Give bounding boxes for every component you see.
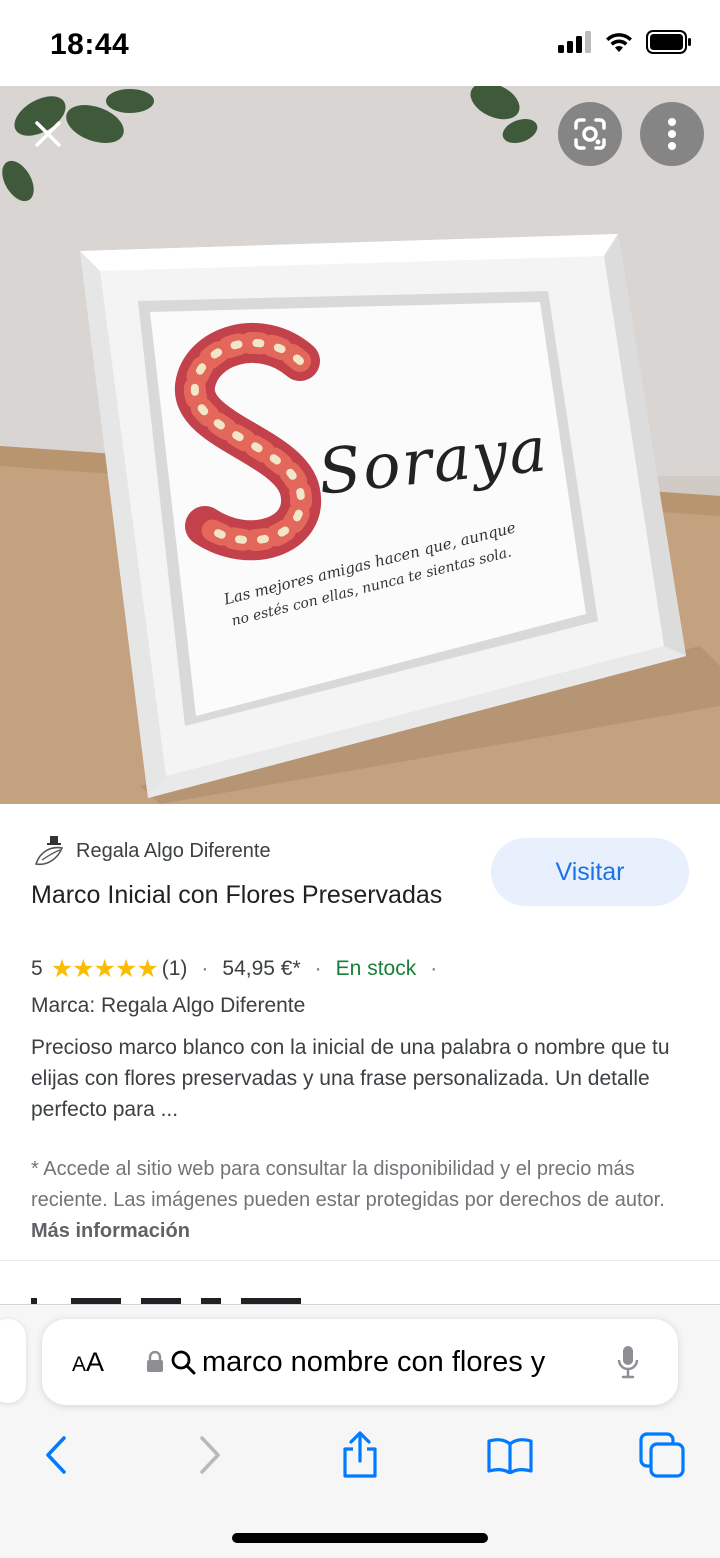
url-text: marco nombre con flores y bbox=[202, 1345, 546, 1378]
disclaimer-text: * Accede al sitio web para consultar la … bbox=[31, 1158, 665, 1211]
aa-big: A bbox=[86, 1346, 105, 1377]
share-icon bbox=[343, 1431, 377, 1478]
clipped-text-fragment bbox=[31, 1298, 301, 1304]
search-icon bbox=[171, 1350, 196, 1375]
source-row[interactable]: Regala Algo Diferente bbox=[32, 834, 271, 868]
more-vert-icon bbox=[668, 118, 676, 150]
review-count: (1) bbox=[161, 957, 188, 980]
separator-dot: · bbox=[314, 957, 322, 980]
safari-bottom-bar: AA marco nombre con flores y bbox=[0, 1304, 720, 1558]
cellular-signal-icon bbox=[558, 31, 591, 53]
tabs-button[interactable] bbox=[632, 1425, 692, 1485]
close-icon bbox=[35, 121, 61, 147]
battery-icon bbox=[646, 30, 691, 54]
address-bar[interactable]: AA marco nombre con flores y bbox=[42, 1319, 678, 1405]
result-info-panel: Regala Algo Diferente Visitar Marco Inic… bbox=[0, 804, 720, 1304]
status-time: 18:44 bbox=[50, 28, 130, 61]
previous-tab-preview[interactable] bbox=[0, 1319, 26, 1403]
share-button[interactable] bbox=[330, 1425, 390, 1485]
rating-row: 5 ★★★★★ (1) · 54,95 €* · En stock · bbox=[31, 954, 451, 984]
google-lens-button[interactable] bbox=[558, 102, 622, 166]
next-section-heading-clipped bbox=[31, 1288, 331, 1304]
bookmarks-button[interactable] bbox=[480, 1425, 540, 1485]
price: 54,95 €* bbox=[222, 957, 301, 980]
aa-small: A bbox=[72, 1352, 87, 1376]
forward-button[interactable] bbox=[180, 1425, 240, 1485]
disclaimer: * Accede al sitio web para consultar la … bbox=[31, 1154, 691, 1247]
site-logo-icon bbox=[34, 836, 64, 866]
more-options-button[interactable] bbox=[640, 102, 704, 166]
product-description: Precioso marco blanco con la inicial de … bbox=[31, 1036, 670, 1121]
product-image[interactable]: Soraya Las mejores amigas hacen que, aun… bbox=[0, 86, 720, 804]
more-info-link[interactable]: Más información bbox=[31, 1220, 190, 1242]
separator-dot: · bbox=[430, 957, 438, 980]
home-indicator[interactable] bbox=[232, 1533, 488, 1543]
rating-stars: ★★★★★ bbox=[50, 955, 159, 983]
close-button[interactable] bbox=[16, 102, 80, 166]
lock-icon bbox=[147, 1351, 163, 1372]
back-button[interactable] bbox=[26, 1425, 86, 1485]
chevron-left-icon bbox=[46, 1436, 66, 1474]
lens-icon bbox=[574, 118, 606, 150]
source-name: Regala Algo Diferente bbox=[76, 839, 271, 862]
tabs-icon bbox=[639, 1432, 685, 1478]
rating-value: 5 bbox=[31, 957, 43, 980]
book-icon bbox=[487, 1438, 533, 1474]
wifi-icon bbox=[606, 33, 632, 52]
visit-button[interactable]: Visitar bbox=[491, 838, 689, 906]
divider bbox=[0, 1260, 720, 1261]
chevron-right-icon bbox=[200, 1436, 220, 1474]
stock-status: En stock bbox=[335, 957, 417, 980]
brand-text: Marca: Regala Algo Diferente bbox=[31, 994, 306, 1017]
reader-options-button[interactable]: AA bbox=[72, 1347, 132, 1378]
microphone-icon[interactable] bbox=[617, 1345, 639, 1379]
product-title[interactable]: Marco Inicial con Flores Preservadas bbox=[31, 876, 471, 915]
status-icons bbox=[558, 30, 692, 54]
status-bar: 18:44 bbox=[0, 0, 720, 86]
browser-toolbar bbox=[0, 1425, 720, 1485]
separator-dot: · bbox=[201, 957, 209, 980]
